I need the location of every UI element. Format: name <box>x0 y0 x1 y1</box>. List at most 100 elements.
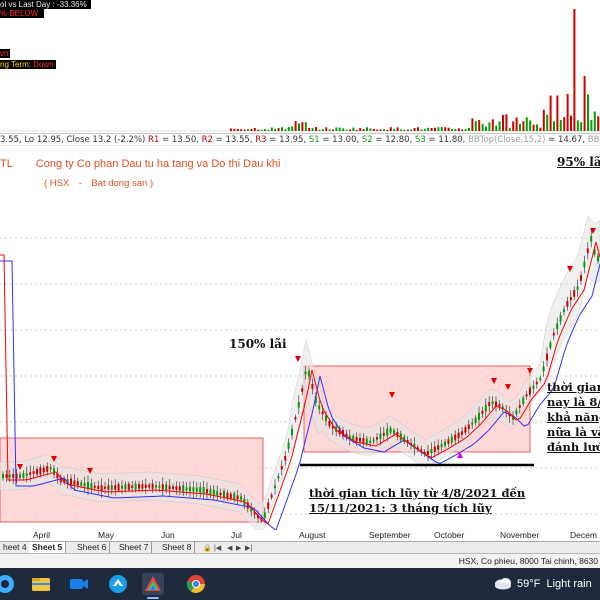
candle-body <box>393 430 395 434</box>
volume-bar <box>451 128 453 131</box>
tab-sheet-7[interactable]: Sheet 7 <box>116 542 153 553</box>
month-label: August <box>299 530 326 540</box>
volume-bar <box>556 95 559 131</box>
volume-bar <box>420 129 423 131</box>
volume-bar <box>369 128 372 131</box>
candle-body <box>427 450 429 455</box>
volume-bar <box>400 129 402 131</box>
right-annotation-line-1: thời gian <box>547 380 600 394</box>
volume-bar <box>587 94 589 131</box>
s3-label: S3 <box>414 135 426 145</box>
file-explorer-icon[interactable] <box>30 573 52 595</box>
volume-bar <box>468 127 470 131</box>
volume-bar <box>444 127 447 131</box>
volume-bar <box>488 122 491 131</box>
sheet-tab-bar: heet 4 Sheet 5 Sheet 6 Sheet 7 Sheet 8 🔒… <box>0 541 600 554</box>
candle-body <box>141 484 144 489</box>
right-annotation-line-4: nữa là và <box>547 425 600 439</box>
volume-bar <box>570 115 572 131</box>
candle-body <box>481 410 484 414</box>
month-label: May <box>98 530 115 540</box>
volume-bar <box>508 127 511 131</box>
candle-body <box>165 484 168 491</box>
volume-bar <box>417 127 419 131</box>
candle-body <box>29 472 32 475</box>
candle-body <box>172 486 174 489</box>
next-sheet-icon[interactable]: ▶ <box>236 543 241 554</box>
candle-body <box>311 384 314 389</box>
candle-body <box>301 388 304 392</box>
chrome-icon[interactable] <box>185 573 207 595</box>
volume-bar <box>427 127 430 131</box>
candle-body <box>195 487 198 492</box>
volume-bar <box>270 127 273 131</box>
price-chart-panel[interactable] <box>0 146 600 530</box>
last-sheet-icon[interactable]: ▶| <box>245 543 252 554</box>
volume-bar <box>464 129 467 131</box>
candle-body <box>372 439 375 442</box>
candle-body <box>97 485 100 489</box>
buy-signal-arrow <box>457 452 463 458</box>
candle-body <box>450 436 453 443</box>
candle-body <box>522 397 525 404</box>
volume-change-label: ol vs Last Day : -33.36% <box>0 0 91 9</box>
sell-signal-arrow <box>295 356 301 362</box>
candle-body <box>229 493 232 499</box>
candle-body <box>22 472 25 478</box>
candle-body <box>32 471 35 475</box>
volume-bar <box>383 129 385 131</box>
volume-bar <box>389 127 392 131</box>
volume-bar <box>277 128 280 131</box>
candle-body <box>192 487 195 492</box>
volume-bar <box>536 124 538 131</box>
candle-body <box>471 422 474 425</box>
tab-sheet-8[interactable]: Sheet 8 <box>159 542 196 553</box>
volume-bar <box>376 129 379 131</box>
candle-body <box>559 315 562 322</box>
tab-sheet-6[interactable]: Sheet 6 <box>74 542 111 553</box>
ohlc-readout: 3.55, Lo 12.95, Close 13.2 (-2.2%) <box>0 135 149 145</box>
right-annotation-line-5: đánh lướ <box>547 440 600 454</box>
tab-sheet-5[interactable]: Sheet 5 <box>29 542 67 553</box>
candle-body <box>73 480 76 485</box>
lock-icon[interactable]: 🔒 <box>203 543 212 554</box>
volume-bar <box>546 114 549 131</box>
weather-widget[interactable]: 59°F Light rain <box>494 568 592 600</box>
candle-body <box>580 275 582 281</box>
video-app-icon[interactable] <box>68 573 90 595</box>
candle-body <box>182 485 185 492</box>
candle-body <box>277 476 280 479</box>
volume-bar <box>502 114 504 131</box>
start-icon[interactable] <box>0 573 16 595</box>
amibroker-icon[interactable] <box>142 573 164 595</box>
candle-body <box>148 484 151 488</box>
candle-body <box>76 481 79 486</box>
tab-sheet-4[interactable]: heet 4 <box>0 542 31 553</box>
r1-label: R1 <box>148 135 160 145</box>
profit-150-annotation: 150% lãi <box>229 337 287 351</box>
volume-below-label: % BELOW <box>0 9 45 18</box>
volume-bar <box>553 121 555 131</box>
month-label: Jun <box>161 530 175 540</box>
volume-bar <box>529 120 532 131</box>
candle-body <box>131 485 134 488</box>
prev-sheet-icon[interactable]: ◀ <box>227 543 232 554</box>
volume-bar <box>318 129 321 131</box>
volume-bar <box>260 129 263 131</box>
volume-trend-label: vn <box>0 49 11 58</box>
candle-body <box>583 261 586 268</box>
edge-browser-icon[interactable] <box>107 573 129 595</box>
price-chart[interactable] <box>0 146 600 530</box>
candle-body <box>467 424 470 429</box>
volume-bar <box>583 76 586 131</box>
candle-body <box>447 439 450 444</box>
volume-bar <box>532 124 535 131</box>
candle-body <box>284 456 287 461</box>
candle-body <box>369 440 372 443</box>
volume-bar <box>247 129 249 131</box>
candle-body <box>498 404 501 407</box>
long-term-value: Down <box>33 60 54 69</box>
volume-bar <box>240 129 243 131</box>
candle-body <box>104 486 106 489</box>
first-sheet-icon[interactable]: |◀ <box>214 543 221 554</box>
